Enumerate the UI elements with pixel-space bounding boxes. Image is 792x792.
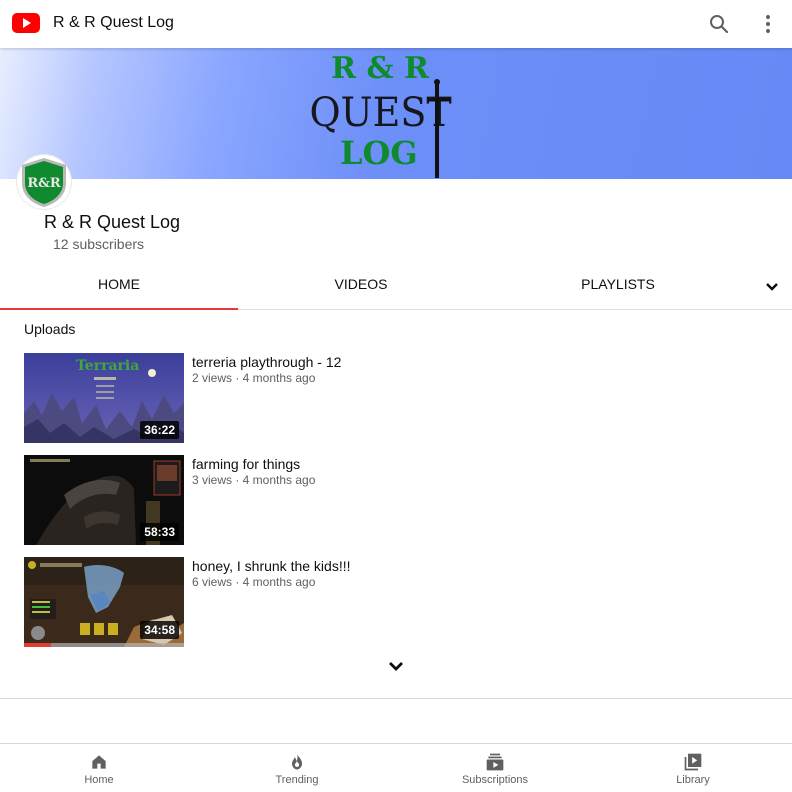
video-meta: 2 views · 4 months ago	[192, 371, 316, 385]
channel-tabs: HOME VIDEOS PLAYLISTS	[0, 264, 792, 310]
app-bar-title: R & R Quest Log	[53, 14, 174, 31]
subscriber-count: 12 subscribers	[53, 236, 145, 252]
tab-videos[interactable]: VIDEOS	[238, 264, 484, 310]
nav-home[interactable]: Home	[0, 744, 198, 792]
nav-label: Subscriptions	[461, 774, 529, 786]
nav-label: Home	[84, 774, 114, 786]
video-duration: 34:58	[140, 621, 179, 639]
avatar-monogram: R&R	[27, 176, 61, 191]
video-title[interactable]: farming for things	[192, 456, 300, 472]
video-meta: 3 views · 4 months ago	[192, 473, 316, 487]
watch-progress-bar	[24, 643, 52, 647]
section-title-uploads: Uploads	[24, 321, 76, 337]
banner-line3: LOG	[340, 134, 418, 172]
more-vert-icon[interactable]	[756, 12, 780, 36]
video-duration: 36:22	[140, 421, 179, 439]
nav-label: Library	[676, 774, 710, 786]
library-icon	[684, 753, 702, 771]
subscriptions-icon	[486, 753, 504, 771]
video-thumbnail[interactable]: Terraria 36:22	[24, 353, 184, 443]
top-app-bar: R & R Quest Log	[0, 0, 792, 48]
tab-playlists[interactable]: PLAYLISTS	[484, 264, 752, 310]
channel-avatar[interactable]: R&R	[17, 155, 71, 209]
video-duration: 58:33	[140, 523, 179, 541]
video-thumbnail[interactable]: 34:58	[24, 557, 184, 647]
video-item[interactable]: 58:33 farming for things 3 views · 4 mon…	[24, 455, 764, 545]
bottom-navigation: Home Trending Subscriptions Library	[0, 743, 792, 792]
nav-label: Trending	[275, 774, 319, 786]
video-item[interactable]: Terraria 36:22 terreria playthrough - 12…	[24, 353, 764, 443]
tab-home[interactable]: HOME	[0, 264, 238, 310]
video-title[interactable]: honey, I shrunk the kids!!!	[192, 558, 351, 574]
banner-line2: QUEST	[310, 90, 452, 136]
channel-name: R & R Quest Log	[44, 212, 181, 232]
banner-logo: R & R QUEST LOG	[310, 51, 452, 178]
home-icon	[92, 755, 106, 769]
show-more-chevron-icon[interactable]	[384, 654, 408, 678]
content-divider	[0, 698, 792, 699]
video-meta: 6 views · 4 months ago	[192, 575, 316, 589]
channel-banner: R & R QUEST LOG	[0, 48, 792, 179]
youtube-logo-icon[interactable]	[12, 13, 40, 33]
video-thumbnail[interactable]: 58:33	[24, 455, 184, 545]
video-item[interactable]: 34:58 honey, I shrunk the kids!!! 6 view…	[24, 557, 764, 647]
search-icon[interactable]	[707, 12, 731, 36]
nav-library[interactable]: Library	[594, 744, 792, 792]
flame-icon	[292, 753, 302, 770]
banner-line1: R & R	[331, 51, 430, 86]
shield-icon: R&R	[22, 158, 66, 207]
chevron-down-icon[interactable]	[760, 274, 784, 298]
nav-subscriptions[interactable]: Subscriptions	[396, 744, 594, 792]
nav-trending[interactable]: Trending	[198, 744, 396, 792]
thumbnail-text: Terraria	[76, 358, 139, 374]
video-title[interactable]: terreria playthrough - 12	[192, 354, 341, 370]
